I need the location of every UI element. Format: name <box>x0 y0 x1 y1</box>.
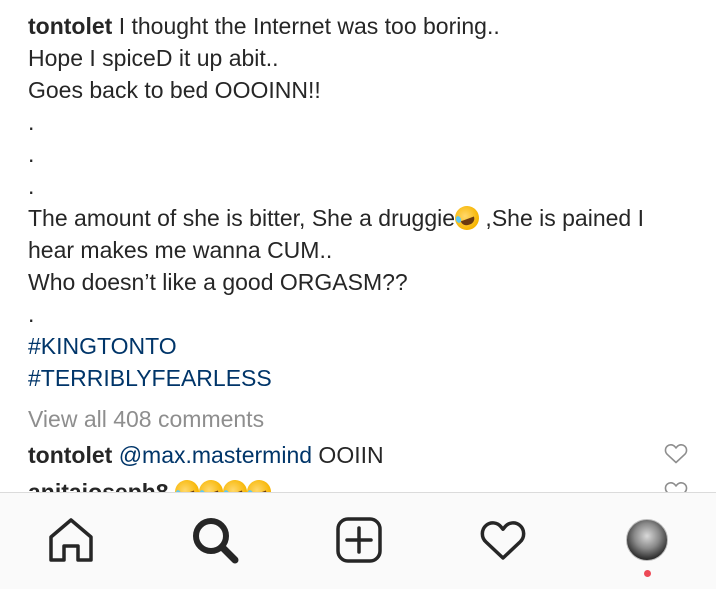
comment-row: tontolet @max.mastermind OOIIN <box>28 439 384 471</box>
comment-row: anitajoseph8 <box>28 476 271 492</box>
notification-dot <box>644 570 651 577</box>
like-comment-heart-icon[interactable] <box>664 480 688 492</box>
profile-avatar <box>626 519 668 561</box>
caption-line-3: Goes back to bed OOOINN!! <box>28 77 321 103</box>
search-icon <box>193 518 239 564</box>
view-all-comments-link[interactable]: View all 408 comments <box>28 403 264 435</box>
nav-activity-button[interactable] <box>478 515 528 565</box>
caption-dot: . <box>28 173 35 199</box>
add-post-icon <box>336 517 382 563</box>
heart-icon <box>480 521 526 560</box>
caption-username[interactable]: tontolet <box>28 13 112 39</box>
caption-dot: . <box>28 301 35 327</box>
comment-username[interactable]: tontolet <box>28 442 112 468</box>
caption-paragraph-part1: The amount of she is bitter, She a drugg… <box>28 205 456 231</box>
bottom-navigation-bar <box>0 492 716 589</box>
post-caption: tontolet I thought the Internet was too … <box>28 10 688 394</box>
rofl-emoji-icon <box>243 476 271 492</box>
comment-mention[interactable]: @max.mastermind <box>119 442 312 468</box>
nav-search-button[interactable] <box>190 515 240 565</box>
home-icon <box>49 518 93 562</box>
hashtag-link[interactable]: #KINGTONTO <box>28 330 688 362</box>
nav-profile-button[interactable] <box>622 515 672 565</box>
nav-home-button[interactable] <box>46 515 96 565</box>
caption-dot: . <box>28 109 35 135</box>
caption-text: I thought the Internet was too boring.. <box>118 13 500 39</box>
like-comment-heart-icon[interactable] <box>664 442 688 464</box>
caption-line-1: tontolet I thought the Internet was too … <box>28 10 688 42</box>
comment-username[interactable]: anitajoseph8 <box>28 479 169 492</box>
caption-line-2: Hope I spiceD it up abit.. <box>28 45 279 71</box>
instagram-post-screen: tontolet I thought the Internet was too … <box>0 0 716 589</box>
caption-dot: . <box>28 141 35 167</box>
comment-text: OOIIN <box>312 442 384 468</box>
caption-paragraph: The amount of she is bitter, She a drugg… <box>28 202 688 266</box>
hashtag-link[interactable]: #TERRIBLYFEARLESS <box>28 362 688 394</box>
nav-new-post-button[interactable] <box>334 515 384 565</box>
caption-line-orgasm: Who doesn’t like a good ORGASM?? <box>28 269 408 295</box>
rofl-emoji-icon <box>451 202 483 234</box>
